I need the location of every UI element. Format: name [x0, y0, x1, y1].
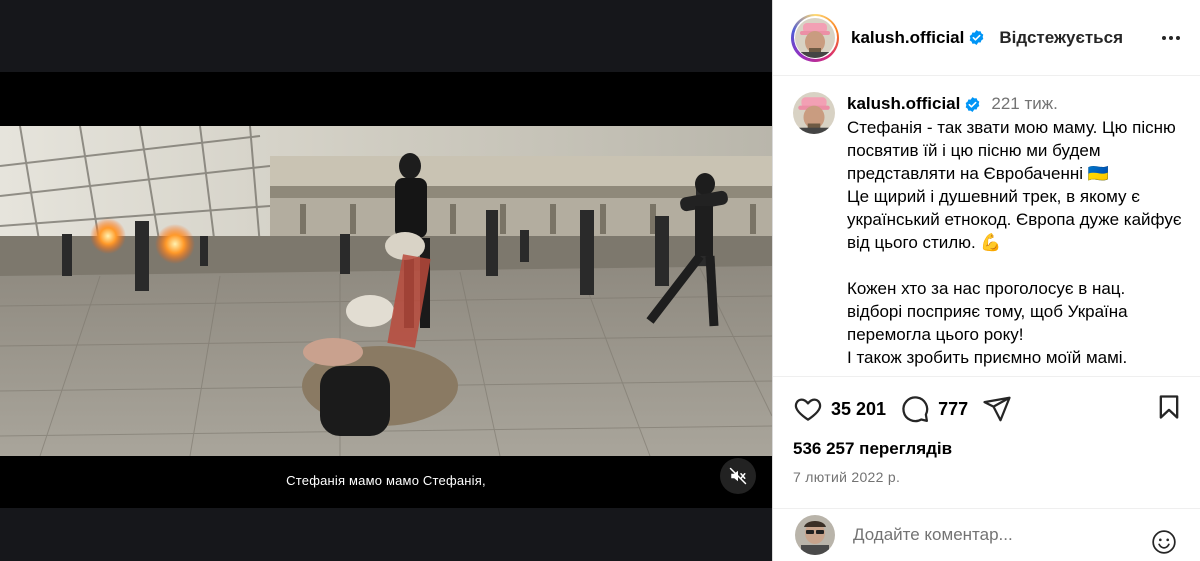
post-side-panel: kalush.official Відстежується kalush.off… — [772, 0, 1200, 561]
emoji-picker-button[interactable] — [1151, 529, 1177, 560]
comment-bubble-icon — [902, 396, 929, 423]
caption-paragraph-1: Стефанія - так звати мою маму. Цю пісню … — [847, 118, 1182, 252]
post-date[interactable]: 7 лютий 2022 р. — [793, 469, 1183, 485]
view-count[interactable]: 536 257 переглядів — [793, 439, 1183, 459]
caption-avatar[interactable] — [793, 92, 835, 134]
mute-toggle-button[interactable] — [720, 458, 756, 494]
video-scene-image — [0, 126, 772, 456]
caption-section: kalush.official 221 тиж. Стефанія - так … — [773, 76, 1200, 376]
letterbox-top — [0, 72, 772, 126]
verified-badge-icon — [970, 30, 984, 45]
smiley-icon — [1152, 530, 1176, 554]
avatar — [795, 17, 835, 58]
post-actions: 35 201 777 536 257 переглядів 7 лютий 20… — [773, 376, 1200, 500]
speaker-muted-icon — [729, 467, 747, 485]
bookmark-icon — [1159, 394, 1179, 419]
post-time-ago[interactable]: 221 тиж. — [991, 94, 1057, 114]
comment-button[interactable]: 777 — [900, 394, 982, 424]
video-subtitle: Стефанія мамо мамо Стефанія, — [286, 473, 486, 488]
add-comment-bar — [773, 508, 1200, 561]
more-horizontal-icon — [1162, 36, 1180, 40]
more-options-button[interactable] — [1159, 26, 1183, 55]
paper-plane-icon — [983, 396, 1011, 422]
save-button[interactable] — [1155, 393, 1183, 426]
like-count[interactable]: 35 201 — [831, 399, 886, 420]
header-username[interactable]: kalush.official — [851, 28, 964, 48]
caption-username[interactable]: kalush.official — [847, 94, 960, 114]
verified-badge-icon — [966, 96, 980, 112]
share-button[interactable] — [982, 394, 1012, 424]
like-button[interactable]: 35 201 — [793, 394, 900, 424]
comment-count[interactable]: 777 — [938, 399, 968, 420]
caption-paragraph-2: Кожен хто за нас проголосує в нац. відбо… — [847, 279, 1128, 367]
current-user-avatar — [795, 515, 835, 555]
comment-input[interactable] — [853, 525, 1143, 545]
heart-icon — [794, 398, 822, 421]
post-header: kalush.official Відстежується — [773, 0, 1200, 76]
profile-avatar-story-ring[interactable] — [791, 13, 839, 62]
following-button[interactable]: Відстежується — [999, 28, 1123, 48]
video-frame[interactable] — [0, 126, 772, 456]
video-player[interactable]: Стефанія мамо мамо Стефанія, — [0, 0, 772, 561]
